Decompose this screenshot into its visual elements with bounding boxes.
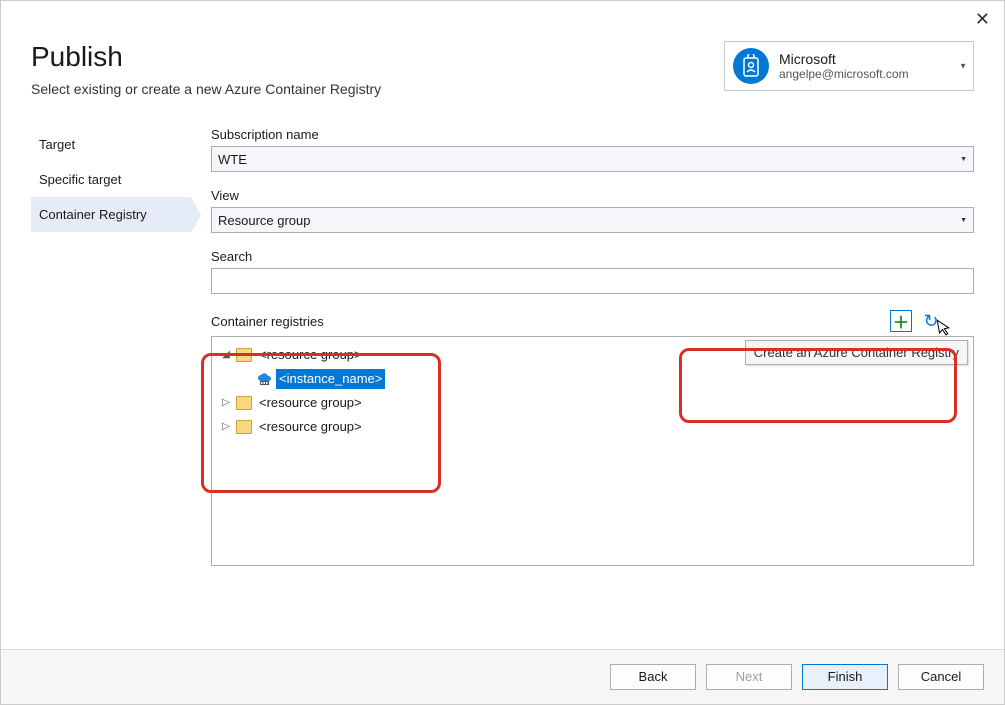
account-email: angelpe@microsoft.com — [779, 67, 909, 81]
account-text: Microsoft angelpe@microsoft.com — [779, 51, 909, 81]
refresh-button[interactable]: ↻ — [920, 310, 942, 332]
tree-label: <resource group> — [256, 417, 365, 437]
chevron-down-icon: ▼ — [960, 217, 967, 224]
expand-icon[interactable]: ▷ — [220, 393, 232, 413]
folder-icon — [236, 396, 252, 410]
add-registry-button[interactable]: ＋ — [890, 310, 912, 332]
tree-row[interactable]: <instance_name> — [216, 367, 969, 391]
create-registry-tooltip: Create an Azure Container Registry — [745, 340, 968, 365]
registry-icon — [256, 372, 272, 386]
tree-label: <instance_name> — [276, 369, 385, 389]
view-label: View — [211, 188, 974, 203]
step-target[interactable]: Target — [31, 127, 191, 162]
step-specific-target[interactable]: Specific target — [31, 162, 191, 197]
view-value: Resource group — [218, 213, 311, 228]
subscription-combo[interactable]: WTE ▼ — [211, 146, 974, 172]
back-button[interactable]: Back — [610, 664, 696, 690]
search-input[interactable] — [211, 268, 974, 294]
subscription-label: Subscription name — [211, 127, 974, 142]
registries-label: Container registries — [211, 314, 324, 329]
tree-row[interactable]: ▷ <resource group> — [216, 391, 969, 415]
chevron-down-icon: ▼ — [960, 156, 967, 163]
expand-icon[interactable]: ▷ — [220, 417, 232, 437]
folder-icon — [236, 348, 252, 362]
collapse-icon[interactable]: ◢ — [220, 345, 232, 365]
tree-label: <resource group> — [256, 393, 365, 413]
account-picker[interactable]: Microsoft angelpe@microsoft.com ▼ — [724, 41, 974, 91]
search-label: Search — [211, 249, 974, 264]
folder-icon — [236, 420, 252, 434]
page-subtitle: Select existing or create a new Azure Co… — [31, 81, 381, 97]
subscription-value: WTE — [218, 152, 247, 167]
footer: Back Next Finish Cancel — [1, 649, 1004, 704]
step-container-registry[interactable]: Container Registry — [31, 197, 191, 232]
badge-icon — [733, 48, 769, 84]
tree-label: <resource group> — [256, 345, 365, 365]
view-combo[interactable]: Resource group ▼ — [211, 207, 974, 233]
page-title: Publish — [31, 41, 381, 73]
chevron-down-icon: ▼ — [959, 62, 967, 71]
close-icon[interactable]: ✕ — [975, 9, 990, 30]
title-block: Publish Select existing or create a new … — [31, 41, 381, 97]
tree-row[interactable]: ▷ <resource group> — [216, 415, 969, 439]
registries-tree[interactable]: ◢ <resource group> <instance_name> ▷ <re… — [211, 336, 974, 566]
finish-button[interactable]: Finish — [802, 664, 888, 690]
account-name: Microsoft — [779, 51, 909, 67]
next-button: Next — [706, 664, 792, 690]
cancel-button[interactable]: Cancel — [898, 664, 984, 690]
steps-nav: Target Specific target Container Registr… — [31, 127, 191, 566]
